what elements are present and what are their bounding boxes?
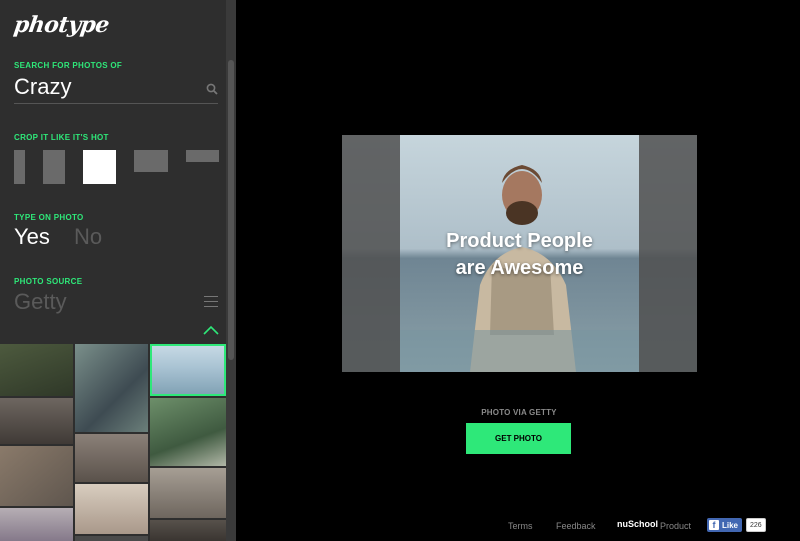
photo-preview: Product People are Awesome bbox=[342, 135, 697, 372]
thumbnail-grid bbox=[0, 344, 226, 541]
facebook-like-label: Like bbox=[722, 520, 739, 530]
thumbnail[interactable] bbox=[150, 520, 226, 541]
facebook-icon: f bbox=[709, 520, 719, 530]
menu-icon[interactable] bbox=[204, 296, 218, 308]
type-on-photo-no[interactable]: No bbox=[74, 224, 102, 250]
type-on-photo-yes[interactable]: Yes bbox=[14, 224, 50, 250]
photo-source-label: PHOTO SOURCE bbox=[14, 277, 83, 286]
crop-option-square[interactable] bbox=[83, 150, 116, 184]
sidebar: photype SEARCH FOR PHOTOS OF Crazy CROP … bbox=[0, 0, 236, 541]
crop-option-tall[interactable] bbox=[14, 150, 25, 184]
thumbnail[interactable] bbox=[75, 536, 148, 541]
thumbnail[interactable] bbox=[0, 508, 73, 541]
thumbnail[interactable] bbox=[75, 434, 148, 482]
nuschool-logo[interactable]: nuSchool bbox=[617, 519, 658, 529]
logo[interactable]: photype bbox=[12, 12, 111, 38]
crop-option-landscape[interactable] bbox=[134, 150, 168, 172]
get-photo-button[interactable]: GET PHOTO bbox=[466, 423, 571, 454]
terms-link[interactable]: Terms bbox=[508, 521, 533, 531]
thumbnail[interactable] bbox=[150, 468, 226, 518]
facebook-like-count: 226 bbox=[746, 518, 766, 532]
crop-label: CROP IT LIKE IT'S HOT bbox=[14, 133, 109, 142]
photo-source-select[interactable]: Getty bbox=[14, 289, 67, 315]
feedback-link[interactable]: Feedback bbox=[556, 521, 596, 531]
search-icon[interactable] bbox=[206, 83, 218, 95]
facebook-like-button[interactable]: f Like bbox=[707, 518, 743, 532]
preview-text-line1: Product People bbox=[446, 230, 593, 252]
preview-text-line2: are Awesome bbox=[455, 257, 584, 279]
crop-option-wide[interactable] bbox=[186, 150, 219, 162]
chevron-up-icon[interactable] bbox=[203, 325, 219, 335]
nuschool-product-label: Product bbox=[660, 521, 692, 531]
app-root: photype SEARCH FOR PHOTOS OF Crazy CROP … bbox=[0, 0, 800, 541]
thumbnail[interactable] bbox=[75, 344, 148, 432]
thumbnail[interactable] bbox=[0, 446, 73, 506]
search-underline bbox=[14, 103, 218, 104]
type-on-photo-label: TYPE ON PHOTO bbox=[14, 213, 84, 222]
thumbnail[interactable] bbox=[0, 344, 73, 396]
search-input[interactable]: Crazy bbox=[14, 74, 71, 100]
crop-option-portrait[interactable] bbox=[43, 150, 65, 184]
sidebar-scroll-thumb[interactable] bbox=[228, 60, 234, 360]
thumbnail[interactable] bbox=[0, 398, 73, 444]
thumbnail[interactable] bbox=[75, 484, 148, 534]
photo-credit: PHOTO VIA GETTY bbox=[481, 408, 557, 417]
thumbnail-selected[interactable] bbox=[150, 344, 226, 396]
search-label: SEARCH FOR PHOTOS OF bbox=[14, 61, 123, 70]
thumbnail[interactable] bbox=[150, 398, 226, 466]
facebook-like-widget: f Like 226 bbox=[707, 518, 766, 532]
